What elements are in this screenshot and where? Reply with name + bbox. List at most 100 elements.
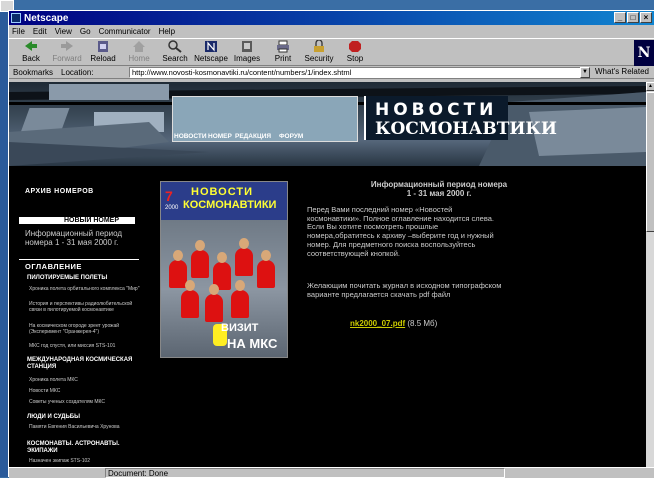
info-heading-line1: Информационный период номера — [370, 180, 508, 189]
nav-tab-issue[interactable]: НОМЕР — [208, 133, 232, 140]
bookmarks-button[interactable]: Bookmarks — [13, 68, 53, 77]
site-title-line2: КОСМОНАВТИКИ — [375, 119, 557, 139]
forward-button[interactable]: Forward — [49, 40, 85, 65]
issue-cover-image[interactable]: 7 2000 НОВОСТИ КОСМОНАВТИКИ ВИЗИТ НА МКС — [160, 181, 288, 358]
crew-member — [231, 290, 249, 318]
cover-title-line2: КОСМОНАВТИКИ — [183, 199, 277, 211]
search-icon — [168, 40, 182, 53]
forward-arrow-icon — [61, 41, 73, 51]
netscape-label: Netscape — [194, 54, 228, 63]
reload-icon — [98, 41, 108, 52]
scroll-thumb[interactable] — [646, 92, 654, 232]
security-label: Security — [304, 54, 334, 63]
toc-item[interactable]: МКС год спустя, или миссия STS-101 — [29, 343, 141, 349]
location-bar: Bookmarks Location: http://www.novosti-k… — [9, 66, 654, 79]
url-field[interactable]: http://www.novosti-kosmonavtiki.ru/conte… — [129, 67, 581, 78]
print-label: Print — [274, 54, 292, 63]
pdf-link[interactable]: nk2000_07.pdf — [350, 319, 405, 328]
menu-edit[interactable]: Edit — [33, 27, 47, 36]
search-button[interactable]: Search — [157, 40, 193, 65]
url-dropdown-icon[interactable]: ▼ — [580, 67, 590, 78]
forward-label: Forward — [52, 54, 82, 63]
stop-icon — [349, 41, 361, 52]
left-sidebar: АРХИВ НОМЕРОВ НОВЫЙ НОМЕР Информационный… — [9, 166, 149, 467]
title-bar[interactable]: Netscape _ □ × — [9, 11, 654, 25]
crew-member — [181, 290, 199, 318]
netscape-n-icon — [205, 41, 217, 52]
images-label: Images — [233, 54, 261, 63]
info-text: Перед Вами последний номер «Новостей кос… — [307, 205, 495, 258]
print-button[interactable]: Print — [265, 40, 301, 65]
toc-item[interactable]: Советы ученых создателям МКС — [29, 399, 141, 405]
toc-item[interactable]: Назначен экипаж STS-102 — [29, 458, 141, 464]
nav-tab-forum[interactable]: ФОРУМ — [279, 133, 303, 140]
cover-year: 2000 — [165, 205, 179, 211]
page-content: НОВОСТИ НОМЕР РЕДАКЦИЯ ФОРУМ НОВОСТИ КОС… — [9, 82, 646, 467]
crew-member — [235, 248, 253, 276]
menu-go[interactable]: Go — [80, 27, 91, 36]
menu-view[interactable]: View — [55, 27, 72, 36]
toc-item[interactable]: На космическом огороде зреет урожай (Экс… — [29, 323, 141, 335]
crew-member — [205, 294, 223, 322]
minimize-button[interactable]: _ — [614, 12, 626, 23]
close-button[interactable]: × — [640, 12, 652, 23]
toc-item[interactable]: Памяти Евгения Васильевича Хрунова — [29, 424, 141, 430]
netscape-button[interactable]: Netscape — [193, 40, 229, 65]
menu-help[interactable]: Help — [159, 27, 175, 36]
back-label: Back — [22, 54, 40, 63]
vertical-scrollbar[interactable]: ▲ — [646, 82, 654, 467]
pdf-size: (8.5 Мб) — [407, 319, 438, 328]
window-title: Netscape — [24, 12, 69, 24]
nav-tab-editorial[interactable]: РЕДАКЦИЯ — [235, 133, 271, 140]
site-title-line1: НОВОСТИ — [375, 100, 498, 120]
pdf-offer-text: Желающим почитать журнал в исходном типо… — [307, 281, 502, 299]
toc-item[interactable]: История и перспективы радиолюбительской … — [29, 301, 141, 313]
search-label: Search — [162, 54, 188, 63]
cover-caption-line2: НА МКС — [227, 336, 278, 351]
security-button[interactable]: Security — [301, 40, 337, 65]
toc-item[interactable]: Хроника полета МКС — [29, 377, 141, 383]
toc-section-title: МЕЖДУНАРОДНАЯ КОСМИЧЕСКАЯ СТАНЦИЯ — [27, 357, 133, 370]
pdf-download: nk2000_07.pdf (8.5 Мб) — [350, 319, 437, 328]
archive-link[interactable]: АРХИВ НОМЕРОВ — [25, 188, 94, 195]
crew-photo: ВИЗИТ НА МКС — [161, 220, 287, 357]
maximize-button[interactable]: □ — [627, 12, 639, 23]
crew-head — [185, 280, 195, 291]
nav-tab-news[interactable]: НОВОСТИ — [174, 133, 207, 140]
location-label: Location: — [61, 67, 94, 77]
toc-item[interactable]: Хроника полета орбитального комплекса "М… — [29, 286, 141, 292]
cover-title-line1: НОВОСТИ — [191, 186, 254, 198]
toc-section-title: ЛЮДИ И СУДЬБЫ — [27, 414, 80, 420]
reload-button[interactable]: Reload — [85, 40, 121, 65]
crew-head — [239, 238, 249, 249]
crew-head — [209, 284, 219, 295]
status-bar: Document: Done — [9, 467, 654, 478]
stop-button[interactable]: Stop — [337, 40, 373, 65]
menu-file[interactable]: File — [12, 27, 25, 36]
crew-head — [235, 280, 245, 291]
images-button[interactable]: Images — [229, 40, 265, 65]
menu-bar: File Edit View Go Communicator Help — [9, 25, 654, 38]
home-icon — [133, 41, 145, 52]
toc-heading: ОГЛАВЛЕНИЕ — [25, 262, 82, 271]
reload-label: Reload — [90, 54, 116, 63]
home-button[interactable]: Home — [121, 40, 157, 65]
stop-label: Stop — [346, 54, 364, 63]
new-issue-info: Информационный период номера 1 - 31 мая … — [25, 229, 123, 247]
back-arrow-icon — [25, 41, 37, 51]
menu-communicator[interactable]: Communicator — [99, 27, 151, 36]
back-button[interactable]: Back — [13, 40, 49, 65]
scroll-up-arrow-icon[interactable]: ▲ — [646, 82, 654, 91]
toc-item[interactable]: Новости МКС — [29, 388, 141, 394]
netscape-icon — [11, 13, 21, 23]
netscape-logo[interactable]: N — [634, 40, 654, 66]
new-issue-label[interactable]: НОВЫЙ НОМЕР — [19, 217, 135, 224]
cover-issue-number: 7 — [165, 188, 173, 204]
whats-related-button[interactable]: What's Related — [595, 67, 649, 76]
cover-caption-line1: ВИЗИТ — [221, 322, 259, 334]
crew-head — [217, 252, 227, 263]
site-banner: НОВОСТИ НОМЕР РЕДАКЦИЯ ФОРУМ НОВОСТИ КОС… — [9, 82, 646, 166]
crew-member — [257, 260, 275, 288]
crew-head — [173, 250, 183, 261]
crew-member — [191, 250, 209, 278]
